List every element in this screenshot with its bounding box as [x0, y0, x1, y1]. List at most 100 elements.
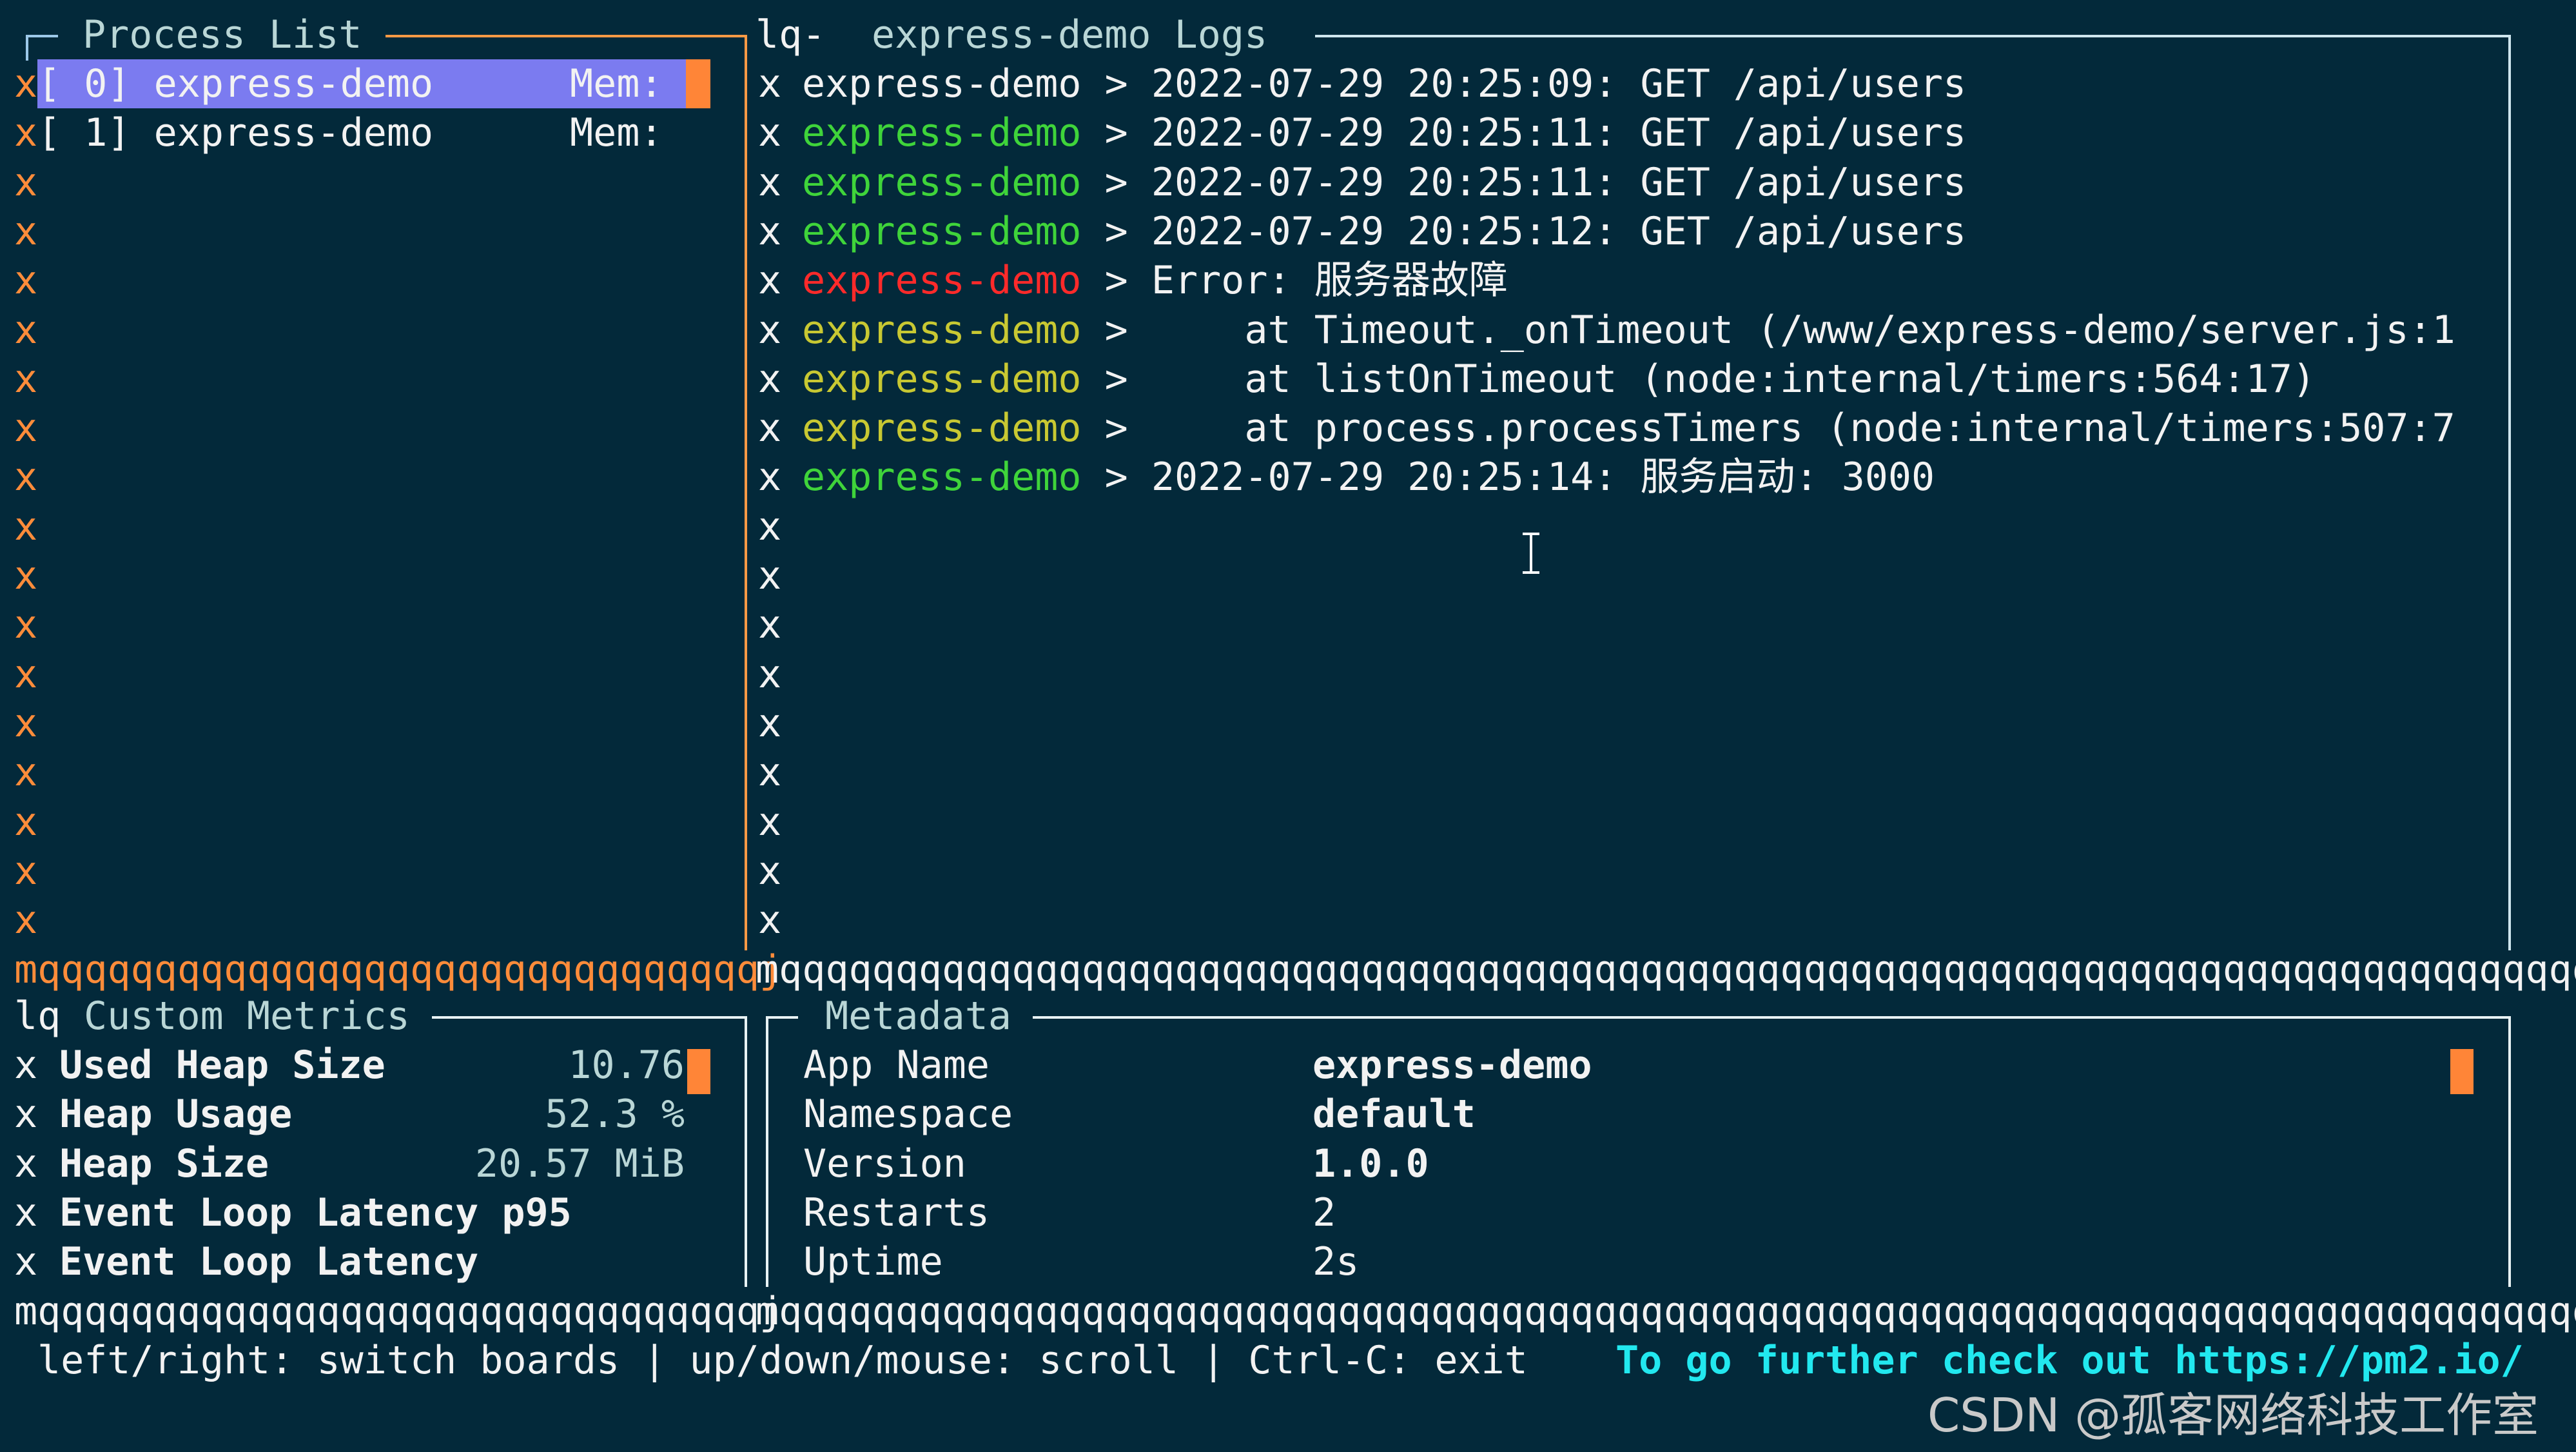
log-entry: express-demo > at Timeout._onTimeout (/w… — [802, 306, 2455, 355]
log-separator: > — [1104, 258, 1128, 304]
footer-help: left/right: switch boards | up/down/mous… — [37, 1338, 1528, 1383]
metadata-key: Version — [803, 1141, 966, 1186]
logs-title: express-demo Logs — [872, 12, 1268, 57]
log-entry: express-demo > 2022-07-29 20:25:09: GET … — [802, 59, 1966, 108]
border-marker: x — [758, 750, 782, 796]
process-list-border-left-stub — [26, 35, 28, 61]
border-marker: x — [14, 651, 38, 697]
process-index: [ 1] — [37, 110, 131, 156]
process-list-border-right — [745, 35, 747, 950]
border-marker: x — [14, 1092, 38, 1137]
process-row[interactable]: [ 1] express-demo Mem: — [37, 108, 709, 157]
custom-metrics-title: Custom Metrics — [84, 994, 410, 1039]
metadata-value: 1.0.0 — [1312, 1141, 1429, 1186]
metadata-key: App Name — [803, 1043, 990, 1088]
metric-label: Used Heap Size — [59, 1043, 385, 1088]
metadata-row: Version 1.0.0 — [803, 1139, 1429, 1188]
log-separator: > — [1104, 61, 1128, 106]
log-source: express-demo — [802, 455, 1082, 500]
log-source: express-demo — [802, 110, 1082, 156]
metadata-title: Metadata — [825, 994, 1011, 1039]
border-marker: x — [758, 848, 782, 894]
metadata-value: 2 — [1312, 1190, 1336, 1235]
log-entry: express-demo > 2022-07-29 20:25:14: 服务启动… — [802, 453, 1935, 502]
custom-metrics-title-prefix: lq — [14, 994, 61, 1039]
metadata-key: Restarts — [803, 1190, 990, 1235]
custom-metrics-border-top — [432, 1016, 746, 1019]
process-name: express-demo — [153, 61, 434, 106]
metadata-value: 2s — [1312, 1239, 1360, 1285]
log-entry: express-demo > Error: 服务器故障 — [802, 256, 1508, 305]
border-marker: x — [14, 700, 38, 746]
watermark: CSDN @孤客网络科技工作室 — [1927, 1388, 2539, 1442]
process-index: [ 0] — [37, 61, 131, 106]
custom-metrics-border-right — [745, 1016, 747, 1287]
border-marker: x — [758, 504, 782, 549]
process-row[interactable]: [ 0] express-demo Mem: — [37, 59, 709, 108]
log-message: 2022-07-29 20:25:11: GET /api/users — [1151, 159, 1967, 205]
log-entry: express-demo > at listOnTimeout (node:in… — [802, 355, 2316, 404]
metric-row: Heap Usage 52.3 % — [59, 1090, 685, 1139]
log-separator: > — [1104, 208, 1128, 254]
process-mem-label: Mem: — [570, 110, 663, 156]
metadata-value: express-demo — [1312, 1043, 1592, 1088]
metric-value: 20.57 MiB — [474, 1141, 685, 1186]
log-source: express-demo — [802, 406, 1082, 451]
border-marker: x — [14, 61, 38, 106]
metric-row: Event Loop Latency p95 — [59, 1188, 685, 1237]
border-marker: x — [758, 455, 782, 500]
log-message: 2022-07-29 20:25:09: GET /api/users — [1151, 61, 1967, 106]
log-entry: express-demo > 2022-07-29 20:25:11: GET … — [802, 158, 1966, 207]
metrics-scrollbar[interactable] — [687, 1049, 710, 1094]
border-marker: x — [14, 356, 38, 402]
border-marker: x — [14, 504, 38, 549]
metadata-row: Restarts 2 — [803, 1188, 1336, 1237]
log-message: at process.processTimers (node:internal/… — [1151, 406, 2455, 451]
metric-value: 10.76 — [568, 1043, 685, 1088]
metric-label: Event Loop Latency — [59, 1239, 479, 1285]
log-message: at listOnTimeout (node:internal/timers:5… — [1151, 356, 2316, 402]
log-separator: > — [1104, 406, 1128, 451]
border-marker: x — [14, 553, 38, 598]
log-message: 2022-07-29 20:25:11: GET /api/users — [1151, 110, 1967, 156]
border-marker: x — [758, 356, 782, 402]
log-source: express-demo — [802, 208, 1082, 254]
border-marker: x — [14, 898, 38, 943]
metric-label: Heap Size — [59, 1141, 269, 1186]
logs-border-top — [1315, 35, 2511, 37]
logs-border-right — [2508, 35, 2511, 950]
log-entry: express-demo > 2022-07-29 20:25:12: GET … — [802, 207, 1966, 256]
log-message: at Timeout._onTimeout (/www/express-demo… — [1151, 307, 2455, 353]
border-marker: x — [14, 159, 38, 205]
border-marker: x — [14, 455, 38, 500]
border-marker: x — [14, 406, 38, 451]
metadata-scrollbar[interactable] — [2450, 1049, 2474, 1094]
log-source: express-demo — [802, 356, 1082, 402]
metadata-row: Namespace default — [803, 1090, 1476, 1139]
metric-row: Event Loop Latency — [59, 1237, 685, 1286]
text-cursor-icon — [1523, 533, 1539, 574]
metadata-key: Namespace — [803, 1092, 1013, 1137]
process-mem-bar — [686, 59, 710, 108]
process-list-border-top-left — [26, 35, 58, 37]
border-marker: x — [758, 799, 782, 845]
border-marker: x — [14, 1043, 38, 1088]
metadata-value: default — [1312, 1092, 1476, 1137]
border-marker: x — [758, 61, 782, 106]
border-marker: x — [14, 208, 38, 254]
logs-border-bottom: mqqqqqqqqqqqqqqqqqqqqqqqqqqqqqqqqqqqqqqq… — [756, 947, 2576, 992]
border-marker: x — [14, 602, 38, 648]
process-list-border-top — [385, 35, 746, 37]
process-mem-label: Mem: — [570, 61, 663, 106]
metadata-key: Uptime — [803, 1239, 943, 1285]
log-entry: express-demo > 2022-07-29 20:25:11: GET … — [802, 108, 1966, 157]
border-marker: x — [14, 1190, 38, 1235]
log-source: express-demo — [802, 307, 1082, 353]
metrics-border-bottom: mqqqqqqqqqqqqqqqqqqqqqqqqqqqqqqqj — [14, 1289, 783, 1334]
border-marker: x — [14, 110, 38, 156]
border-marker: x — [14, 750, 38, 796]
border-marker: x — [14, 258, 38, 304]
log-separator: > — [1104, 356, 1128, 402]
border-marker: x — [758, 651, 782, 697]
metadata-border-top — [1033, 1016, 2511, 1019]
